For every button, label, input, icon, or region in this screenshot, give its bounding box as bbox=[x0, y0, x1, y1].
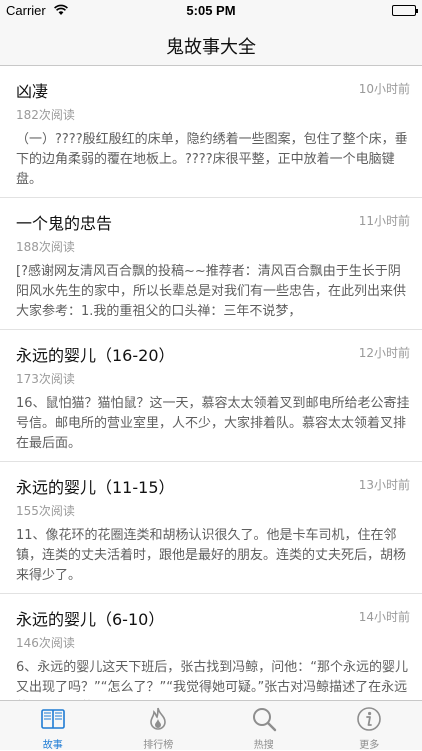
tab-label: 故事 bbox=[0, 736, 106, 751]
search-icon bbox=[251, 706, 277, 732]
tab-label: 热搜 bbox=[211, 736, 317, 751]
tab-bar: 故事 排行榜 热搜 更多 bbox=[0, 700, 422, 750]
clock-time: 5:05 PM bbox=[0, 3, 422, 18]
story-item[interactable]: 一个鬼的忠告 11小时前 188次阅读 [?感谢网友清风百合飘的投稿~~推荐者：… bbox=[0, 198, 422, 330]
story-time: 12小时前 bbox=[359, 344, 410, 361]
tab-hot-search[interactable]: 热搜 bbox=[211, 701, 317, 750]
story-read-count: 155次阅读 bbox=[16, 502, 75, 519]
tab-stories[interactable]: 故事 bbox=[0, 701, 106, 750]
flame-icon bbox=[145, 706, 171, 732]
tab-ranking[interactable]: 排行榜 bbox=[106, 701, 212, 750]
story-read-count: 173次阅读 bbox=[16, 370, 75, 387]
story-item[interactable]: 永远的婴儿（11-15） 13小时前 155次阅读 11、像花环的花圈连类和胡杨… bbox=[0, 462, 422, 594]
story-time: 11小时前 bbox=[359, 212, 410, 229]
story-read-count: 188次阅读 bbox=[16, 238, 75, 255]
story-title: 永远的婴儿（16-20） bbox=[16, 342, 175, 366]
story-title: 永远的婴儿（6-10） bbox=[16, 606, 164, 630]
story-time: 10小时前 bbox=[359, 80, 410, 97]
story-title: 永远的婴儿（11-15） bbox=[16, 474, 175, 498]
story-title: 凶凄 bbox=[16, 78, 48, 102]
story-item[interactable]: 永远的婴儿（6-10） 14小时前 146次阅读 6、永远的婴儿这天下班后，张古… bbox=[0, 594, 422, 700]
page-title: 鬼故事大全 bbox=[0, 33, 422, 59]
story-time: 14小时前 bbox=[359, 608, 410, 625]
story-excerpt: 6、永远的婴儿这天下班后，张古找到冯鲸，问他：“那个永远的婴儿又出现了吗？”“怎… bbox=[16, 658, 410, 700]
battery-icon bbox=[392, 5, 416, 16]
tab-more[interactable]: 更多 bbox=[317, 701, 422, 750]
story-item[interactable]: 永远的婴儿（16-20） 12小时前 173次阅读 16、鼠怕猫？猫怕鼠？这一天… bbox=[0, 330, 422, 462]
story-excerpt: 16、鼠怕猫？猫怕鼠？这一天，慕容太太领着叉到邮电所给老公寄挂号信。邮电所的营业… bbox=[16, 394, 410, 454]
info-icon bbox=[356, 706, 382, 732]
story-time: 13小时前 bbox=[359, 476, 410, 493]
navigation-bar: 鬼故事大全 bbox=[0, 22, 422, 66]
tab-label: 更多 bbox=[317, 736, 422, 751]
story-excerpt: [?感谢网友清风百合飘的投稿~~推荐者：清风百合飘由于生长于阴阳风水先生的家中，… bbox=[16, 262, 410, 322]
status-bar: Carrier 5:05 PM bbox=[0, 0, 422, 22]
tab-label: 排行榜 bbox=[106, 736, 212, 751]
story-excerpt: 11、像花环的花圈连类和胡杨认识很久了。他是卡车司机，住在邻镇，连类的丈夫活着时… bbox=[16, 526, 410, 586]
story-excerpt: （一）????殷红殷红的床单，隐约绣着一些图案，包住了整个床，垂下的边角柔弱的覆… bbox=[16, 130, 410, 190]
story-read-count: 182次阅读 bbox=[16, 106, 75, 123]
book-icon bbox=[40, 706, 66, 732]
story-list[interactable]: 凶凄 10小时前 182次阅读 （一）????殷红殷红的床单，隐约绣着一些图案，… bbox=[0, 66, 422, 700]
story-item[interactable]: 凶凄 10小时前 182次阅读 （一）????殷红殷红的床单，隐约绣着一些图案，… bbox=[0, 66, 422, 198]
story-read-count: 146次阅读 bbox=[16, 634, 75, 651]
story-title: 一个鬼的忠告 bbox=[16, 210, 112, 234]
